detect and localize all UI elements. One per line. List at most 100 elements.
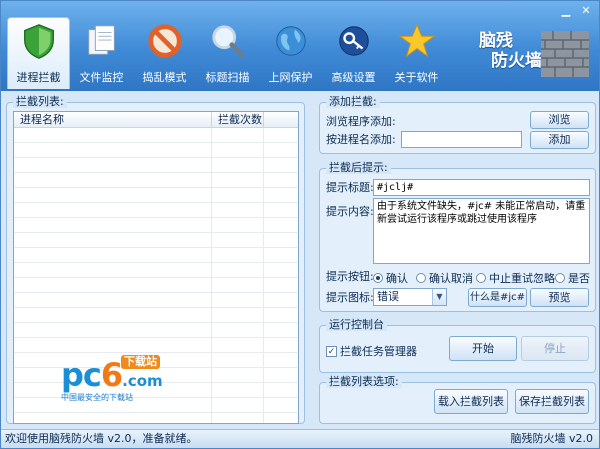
table-row[interactable]: [14, 173, 298, 188]
prompt-title-label: 提示标题:: [326, 181, 374, 194]
tab-about[interactable]: 关于软件: [385, 17, 448, 89]
window-controls: ▁ ✕: [557, 4, 595, 18]
start-button[interactable]: 开始: [449, 336, 517, 361]
forbidden-icon: [145, 21, 185, 61]
checkbox-box: ✓: [326, 345, 337, 357]
tab-web-protect[interactable]: 上网保护: [259, 17, 322, 89]
prompt-title-input[interactable]: #jclj#: [373, 179, 590, 196]
cell-intercept-count: [212, 398, 264, 412]
documents-icon: [82, 21, 122, 61]
table-row[interactable]: [14, 188, 298, 203]
cell-process-name: [14, 233, 212, 247]
cell-process-name: [14, 293, 212, 307]
console-title: 运行控制台: [326, 319, 387, 331]
cell-intercept-count: [212, 248, 264, 262]
preview-button[interactable]: 预览: [530, 288, 589, 307]
prompt-icon-select[interactable]: 错误 ▼: [373, 288, 447, 306]
table-row[interactable]: [14, 263, 298, 278]
cell-process-name: [14, 158, 212, 172]
table-row[interactable]: [14, 233, 298, 248]
status-version: 脑残防火墙 v2.0: [510, 432, 594, 445]
logo-slogan: 中国最安全的下载站: [61, 393, 133, 402]
radio-label: 是否: [568, 272, 590, 285]
prompt-icon-value: 错误: [377, 290, 399, 303]
status-bar: 欢迎使用脑残防火墙 v2.0，准备就绪。 脑残防火墙 v2.0: [1, 429, 599, 448]
toolbar: 进程拦截 文件监控 捣乱模式 标题扫描 上网保护 高级设置 关于软件: [7, 17, 448, 89]
block-taskmgr-checkbox[interactable]: ✓ 拦截任务管理器: [326, 343, 417, 359]
tab-advanced-settings[interactable]: 高级设置: [322, 17, 385, 89]
tab-mischief-mode[interactable]: 捣乱模式: [133, 17, 196, 89]
cell-intercept-count: [212, 323, 264, 337]
list-header: 进程名称 拦截次数: [14, 112, 298, 128]
tab-title-scan[interactable]: 标题扫描: [196, 17, 259, 89]
tab-label: 捣乱模式: [142, 71, 187, 84]
tab-label: 上网保护: [268, 71, 313, 84]
cell-intercept-count: [212, 278, 264, 292]
cell-process-name: [14, 188, 212, 202]
radio-confirm[interactable]: 确认: [373, 270, 408, 286]
minimize-icon[interactable]: ▁: [557, 4, 575, 18]
table-row[interactable]: [14, 248, 298, 263]
cell-intercept-count: [212, 308, 264, 322]
star-icon: [397, 21, 437, 61]
save-list-button[interactable]: 保存拦截列表: [515, 389, 589, 414]
radio-dot: [416, 273, 426, 283]
cell-process-name: [14, 218, 212, 232]
add-by-name-label: 按进程名添加:: [326, 133, 396, 146]
cell-intercept-count: [212, 173, 264, 187]
cell-intercept-count: [212, 413, 264, 423]
table-row[interactable]: [14, 158, 298, 173]
table-row[interactable]: [14, 278, 298, 293]
add-button[interactable]: 添加: [530, 131, 589, 149]
cell-process-name: [14, 413, 212, 423]
brand-line2: 防火墙: [491, 51, 542, 71]
brand-title: 脑残 防火墙: [479, 31, 542, 71]
radio-abort-retry-ignore[interactable]: 中止重试忽略: [476, 270, 555, 286]
table-row[interactable]: [14, 308, 298, 323]
cell-intercept-count: [212, 143, 264, 157]
add-intercept-title: 添加拦截:: [326, 96, 380, 108]
tab-file-monitor[interactable]: 文件监控: [70, 17, 133, 89]
tab-label: 关于软件: [394, 71, 439, 84]
table-row[interactable]: [14, 413, 298, 423]
browse-button[interactable]: 浏览: [530, 111, 589, 129]
table-row[interactable]: [14, 293, 298, 308]
download-badge: 下载站: [121, 355, 160, 369]
browse-add-label: 浏览程序添加:: [326, 115, 396, 128]
cell-process-name: [14, 338, 212, 352]
close-icon[interactable]: ✕: [577, 4, 595, 18]
radio-label: 确认: [386, 272, 408, 285]
cell-intercept-count: [212, 353, 264, 367]
radio-yes-no[interactable]: 是否: [555, 270, 590, 286]
tab-process-intercept[interactable]: 进程拦截: [7, 17, 70, 89]
cell-process-name: [14, 263, 212, 277]
cell-intercept-count: [212, 128, 264, 142]
radio-dot: [373, 273, 383, 283]
process-name-input[interactable]: [401, 131, 522, 148]
table-row[interactable]: [14, 143, 298, 158]
radio-confirm-cancel[interactable]: 确认取消: [416, 270, 473, 286]
chevron-down-icon[interactable]: ▼: [432, 289, 446, 305]
cell-process-name: [14, 278, 212, 292]
radio-label: 确认取消: [429, 272, 473, 285]
prompt-content-textarea[interactable]: 由于系统文件缺失，#jc# 未能正常启动，请重新尝试运行该程序或跳过使用该程序: [373, 198, 590, 264]
brick-wall-icon: [541, 31, 589, 77]
table-row[interactable]: [14, 218, 298, 233]
load-list-button[interactable]: 载入拦截列表: [434, 389, 508, 414]
logo-domain: .com: [122, 372, 163, 390]
main-window: ▁ ✕ 进程拦截 文件监控 捣乱模式 标题扫描 上网保护 高级设置 关于软件 脑…: [0, 0, 600, 449]
stop-button[interactable]: 停止: [521, 336, 589, 361]
logo-pc: pc: [61, 356, 102, 394]
what-is-jc-button[interactable]: 什么是#jc#: [468, 288, 527, 307]
table-row[interactable]: [14, 203, 298, 218]
cell-intercept-count: [212, 263, 264, 277]
cell-intercept-count: [212, 368, 264, 382]
key-icon: [334, 21, 374, 61]
cell-intercept-count: [212, 218, 264, 232]
prompt-title: 拦截后提示:: [326, 162, 391, 174]
table-row[interactable]: [14, 128, 298, 143]
table-row[interactable]: [14, 323, 298, 338]
table-row[interactable]: [14, 338, 298, 353]
column-process-name[interactable]: 进程名称: [14, 112, 212, 127]
column-intercept-count[interactable]: 拦截次数: [212, 112, 264, 127]
